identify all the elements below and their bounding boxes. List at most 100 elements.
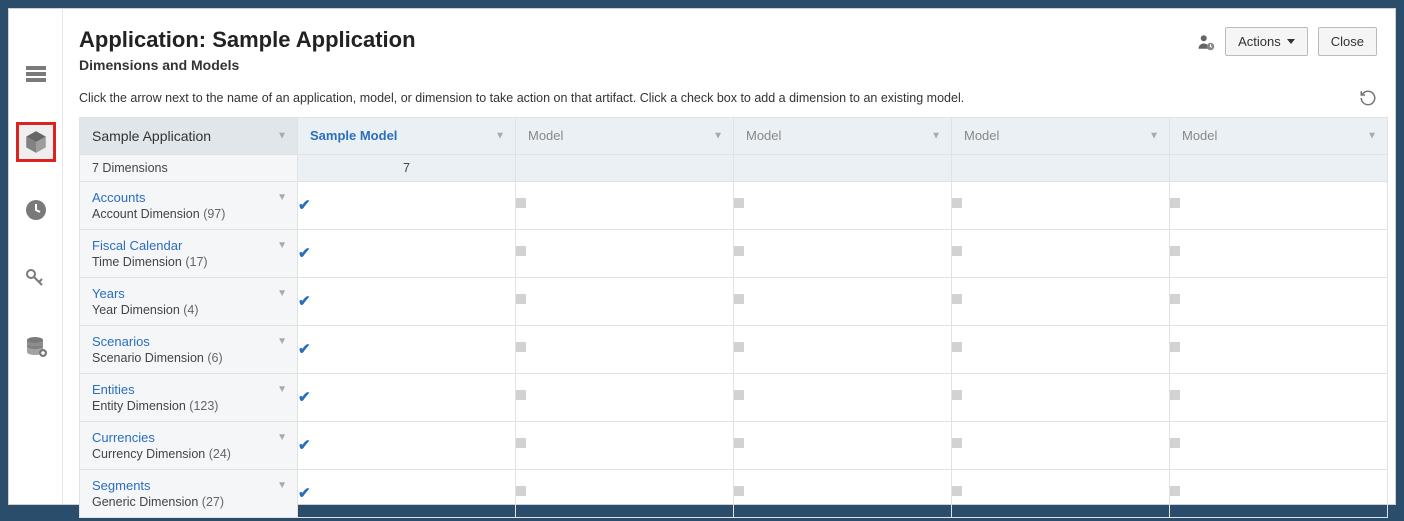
table-row: Segments Generic Dimension (27) ▼ ✔ — [80, 470, 1388, 518]
dimension-desc: Year Dimension — [92, 303, 180, 317]
column-menu-icon[interactable]: ▼ — [713, 131, 723, 142]
add-checkbox[interactable] — [952, 390, 962, 400]
summary-model1-count: 7 — [298, 155, 516, 182]
sidebar-item-application[interactable] — [17, 123, 55, 161]
add-checkbox[interactable] — [952, 438, 962, 448]
column-model-3-label: Model — [746, 128, 781, 143]
add-checkbox[interactable] — [1170, 342, 1180, 352]
actions-label: Actions — [1238, 34, 1281, 49]
column-application-label: Sample Application — [92, 128, 211, 144]
cube-icon — [23, 129, 49, 155]
add-checkbox[interactable] — [952, 294, 962, 304]
dimension-link[interactable]: Segments — [92, 478, 285, 493]
column-model-3[interactable]: Model ▼ — [734, 118, 952, 155]
add-checkbox[interactable] — [516, 294, 526, 304]
dimension-link[interactable]: Accounts — [92, 190, 285, 205]
add-checkbox[interactable] — [734, 390, 744, 400]
column-model-2[interactable]: Model ▼ — [516, 118, 734, 155]
add-checkbox[interactable] — [734, 438, 744, 448]
close-button[interactable]: Close — [1318, 27, 1377, 56]
dimension-desc: Account Dimension — [92, 207, 200, 221]
column-model-1[interactable]: Sample Model ▼ — [298, 118, 516, 155]
sidebar-item-overview[interactable] — [17, 55, 55, 93]
row-menu-icon[interactable]: ▼ — [277, 432, 287, 443]
sidebar-item-clock[interactable] — [17, 191, 55, 229]
column-model-5[interactable]: Model ▼ — [1170, 118, 1388, 155]
column-menu-icon[interactable]: ▼ — [1367, 131, 1377, 142]
dimension-link[interactable]: Entities — [92, 382, 285, 397]
user-security-icon[interactable] — [1197, 33, 1215, 51]
summary-model4-count — [952, 155, 1170, 182]
row-menu-icon[interactable]: ▼ — [277, 240, 287, 251]
row-menu-icon[interactable]: ▼ — [277, 192, 287, 203]
list-icon — [24, 62, 48, 86]
add-checkbox[interactable] — [1170, 438, 1180, 448]
column-menu-icon[interactable]: ▼ — [931, 131, 941, 142]
dimension-count: (24) — [209, 447, 231, 461]
add-checkbox[interactable] — [1170, 294, 1180, 304]
column-model-4[interactable]: Model ▼ — [952, 118, 1170, 155]
check-icon: ✔ — [298, 437, 311, 454]
add-checkbox[interactable] — [952, 246, 962, 256]
table-row: Currencies Currency Dimension (24) ▼ ✔ — [80, 422, 1388, 470]
add-checkbox[interactable] — [734, 246, 744, 256]
add-checkbox[interactable] — [516, 342, 526, 352]
dimension-desc: Scenario Dimension — [92, 351, 204, 365]
summary-model2-count — [516, 155, 734, 182]
add-checkbox[interactable] — [734, 198, 744, 208]
add-checkbox[interactable] — [516, 198, 526, 208]
left-sidebar — [9, 9, 63, 504]
add-checkbox[interactable] — [952, 486, 962, 496]
summary-model3-count — [734, 155, 952, 182]
add-checkbox[interactable] — [516, 486, 526, 496]
clock-icon — [24, 198, 48, 222]
add-checkbox[interactable] — [516, 438, 526, 448]
column-menu-icon[interactable]: ▼ — [495, 131, 505, 142]
add-checkbox[interactable] — [1170, 198, 1180, 208]
add-checkbox[interactable] — [952, 342, 962, 352]
dimension-link[interactable]: Currencies — [92, 430, 285, 445]
actions-button[interactable]: Actions — [1225, 27, 1308, 56]
chevron-down-icon — [1287, 39, 1295, 44]
add-checkbox[interactable] — [516, 246, 526, 256]
refresh-button[interactable] — [1359, 89, 1377, 107]
page-title: Application: Sample Application — [79, 27, 416, 53]
dimension-link[interactable]: Fiscal Calendar — [92, 238, 285, 253]
keys-icon — [24, 266, 48, 290]
dimension-desc: Currency Dimension — [92, 447, 205, 461]
sidebar-item-keys[interactable] — [17, 259, 55, 297]
instructions-text: Click the arrow next to the name of an a… — [79, 91, 964, 105]
table-row: Years Year Dimension (4) ▼ ✔ — [80, 278, 1388, 326]
dimension-link[interactable]: Years — [92, 286, 285, 301]
column-menu-icon[interactable]: ▼ — [277, 131, 287, 142]
dimension-link[interactable]: Scenarios — [92, 334, 285, 349]
add-checkbox[interactable] — [952, 198, 962, 208]
sidebar-item-data[interactable] — [17, 327, 55, 365]
column-menu-icon[interactable]: ▼ — [1149, 131, 1159, 142]
add-checkbox[interactable] — [734, 486, 744, 496]
column-application[interactable]: Sample Application ▼ — [80, 118, 298, 155]
page-header: Application: Sample Application Dimensio… — [63, 9, 1395, 83]
table-row: Accounts Account Dimension (97) ▼ ✔ — [80, 182, 1388, 230]
row-menu-icon[interactable]: ▼ — [277, 384, 287, 395]
row-menu-icon[interactable]: ▼ — [277, 480, 287, 491]
dimension-desc: Entity Dimension — [92, 399, 186, 413]
add-checkbox[interactable] — [1170, 246, 1180, 256]
column-model-5-label: Model — [1182, 128, 1217, 143]
check-icon: ✔ — [298, 341, 311, 358]
add-checkbox[interactable] — [734, 294, 744, 304]
check-icon: ✔ — [298, 485, 311, 502]
add-checkbox[interactable] — [516, 390, 526, 400]
row-menu-icon[interactable]: ▼ — [277, 288, 287, 299]
dimension-count: (17) — [185, 255, 207, 269]
add-checkbox[interactable] — [734, 342, 744, 352]
dimensions-table: Sample Application ▼ Sample Model ▼ Mode… — [79, 117, 1388, 518]
column-model-2-label: Model — [528, 128, 563, 143]
check-icon: ✔ — [298, 389, 311, 406]
dimension-count: (6) — [207, 351, 222, 365]
check-icon: ✔ — [298, 293, 311, 310]
dimension-count: (123) — [189, 399, 218, 413]
add-checkbox[interactable] — [1170, 486, 1180, 496]
add-checkbox[interactable] — [1170, 390, 1180, 400]
row-menu-icon[interactable]: ▼ — [277, 336, 287, 347]
